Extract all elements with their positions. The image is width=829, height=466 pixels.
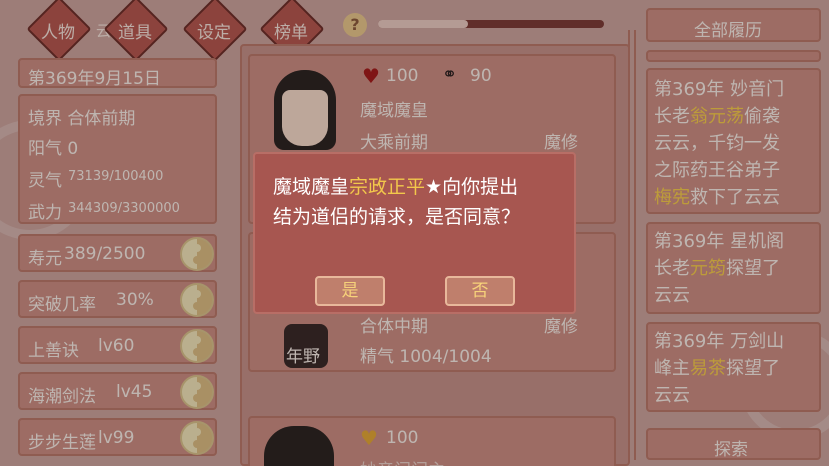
- dialog-suitor-name: 宗政正平: [349, 176, 426, 198]
- dialog-star: ★: [425, 176, 443, 198]
- no-button[interactable]: 否: [445, 276, 515, 306]
- dialog-message-line2: 结为道侣的请求，是否同意？: [273, 206, 521, 228]
- proposal-dialog: 魔域魔皇宗政正平★向你提出 结为道侣的请求，是否同意？ 是 否: [253, 152, 576, 314]
- dialog-message-line1: 魔域魔皇宗政正平★向你提出: [273, 172, 518, 199]
- dialog-prefix: 魔域魔皇: [273, 176, 350, 198]
- yes-button[interactable]: 是: [315, 276, 385, 306]
- dialog-suffix: 向你提出: [442, 176, 519, 198]
